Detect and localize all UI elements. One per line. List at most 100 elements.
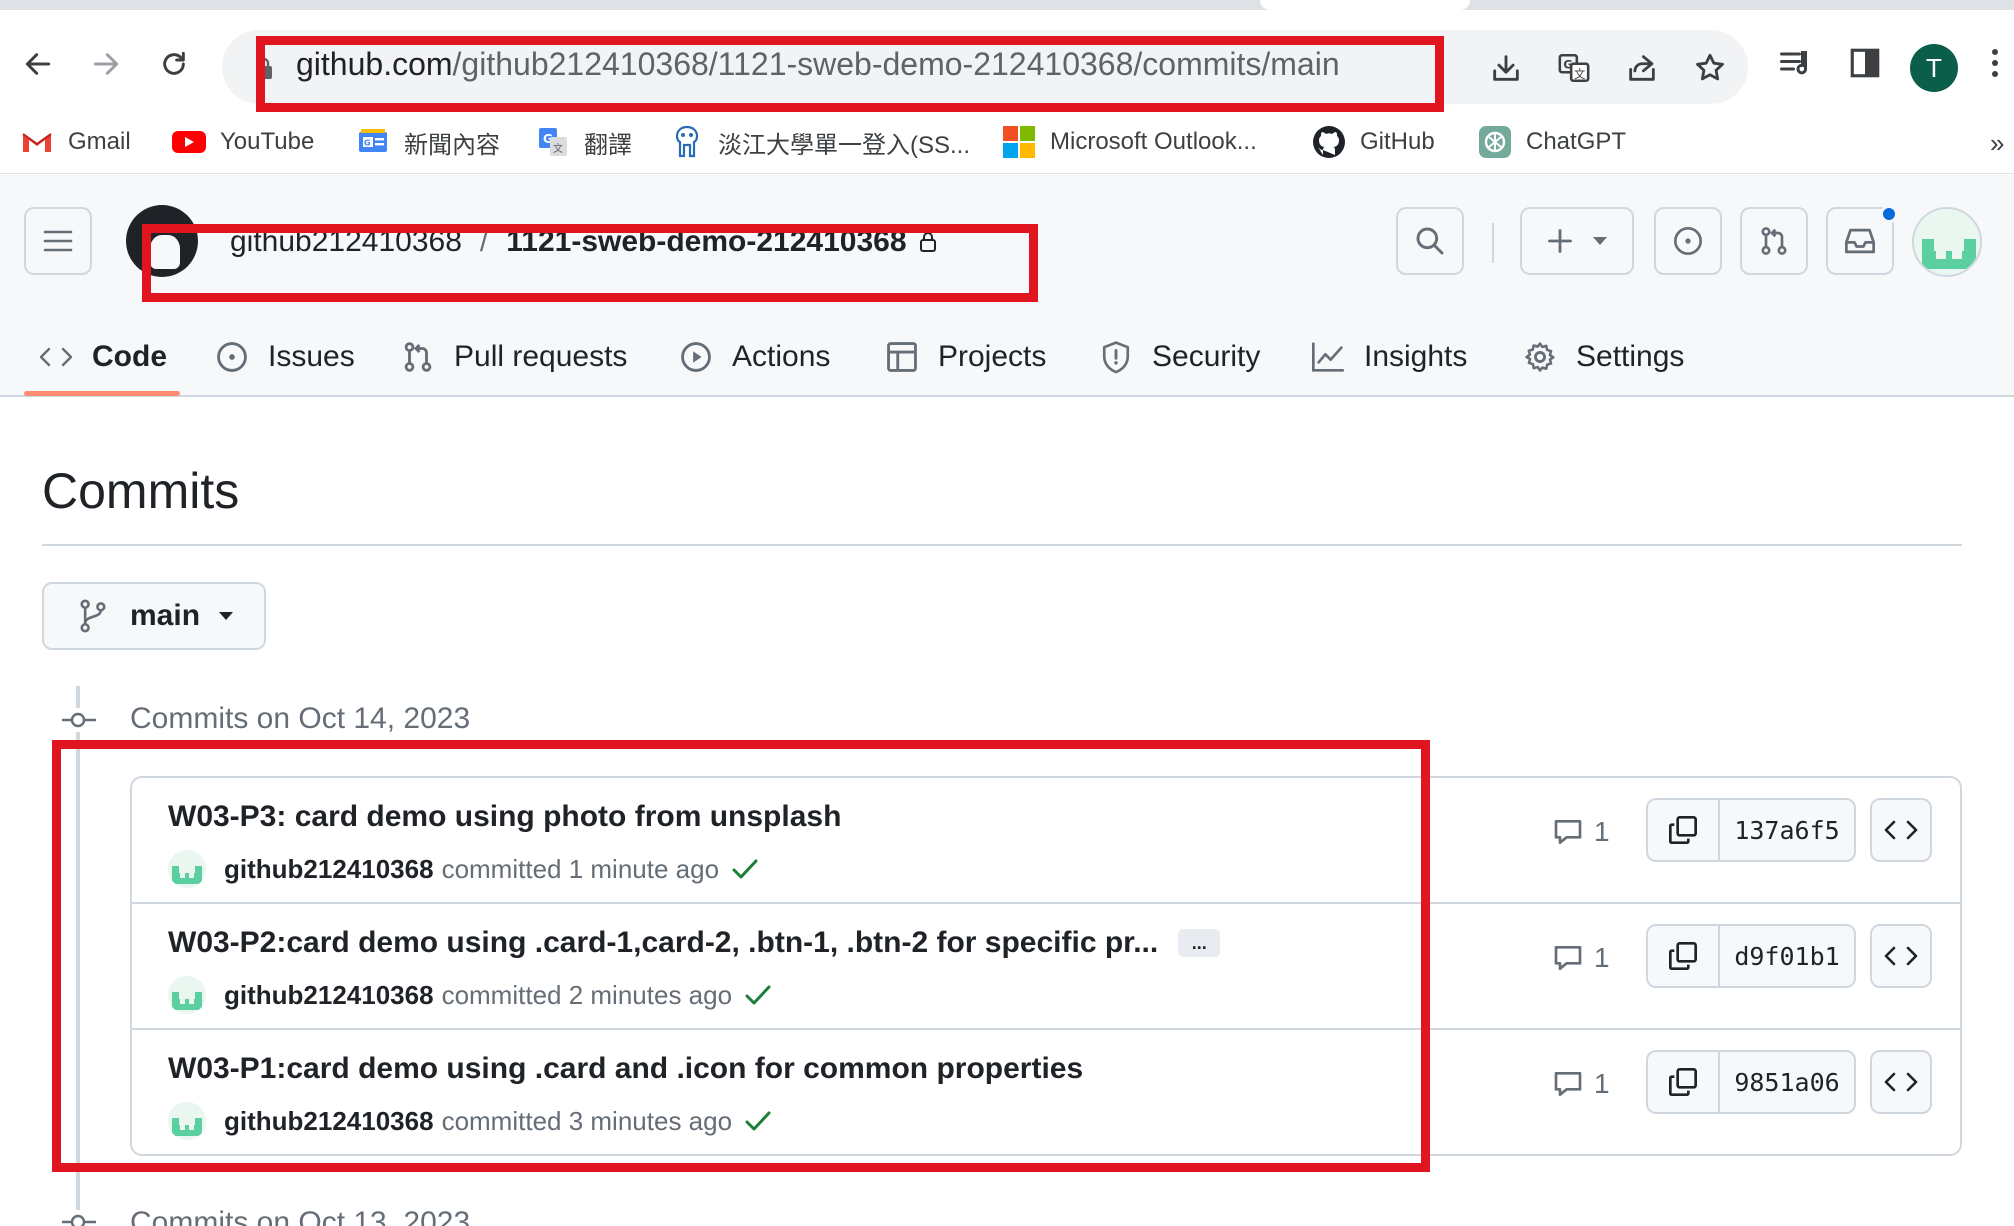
tab-label: Projects	[938, 340, 1047, 373]
commit-group-heading: Commits on Oct 13, 2023	[130, 1206, 471, 1226]
browser-menu-button[interactable]	[1980, 40, 2010, 86]
bookmark-label: 淡江大學單一登入(SS...	[718, 131, 971, 159]
bookmark-label: GitHub	[1360, 128, 1435, 155]
header-divider	[1492, 223, 1494, 263]
svg-text:文: 文	[553, 142, 563, 155]
search-button[interactable]	[1396, 207, 1464, 275]
title-divider	[42, 544, 1962, 546]
git-pull-request-icon	[1761, 227, 1787, 255]
github-icon	[1312, 125, 1346, 159]
side-panel-icon	[1850, 48, 1880, 78]
reload-button[interactable]	[150, 40, 198, 88]
bookmark-translate[interactable]: G文 翻譯	[536, 120, 632, 164]
bookmark-outlook[interactable]: Microsoft Outlook...	[1002, 120, 1257, 164]
tab-label: Pull requests	[454, 340, 628, 373]
commit-sha-link[interactable]: d9f01b1	[1720, 926, 1854, 986]
bookmark-label: 新聞內容	[404, 131, 500, 159]
bookmarks-overflow-button[interactable]: »	[1990, 128, 2004, 159]
copy-sha-button[interactable]	[1648, 1052, 1720, 1112]
tab-code[interactable]: Code	[38, 330, 167, 384]
play-icon	[678, 339, 714, 375]
search-icon	[1416, 227, 1444, 255]
profile-avatar-button[interactable]: T	[1910, 44, 1958, 92]
commit-comments-link[interactable]: 1	[1552, 1068, 1610, 1100]
git-commit-icon	[60, 1210, 96, 1226]
bookmark-news[interactable]: G 新聞內容	[356, 120, 500, 164]
comment-icon	[1554, 946, 1582, 970]
notification-indicator	[1880, 205, 1898, 223]
copy-icon	[1669, 1068, 1697, 1096]
commit-comments-link[interactable]: 1	[1552, 816, 1610, 848]
side-panel-button[interactable]	[1842, 40, 1888, 86]
bookmark-github[interactable]: GitHub	[1312, 120, 1435, 164]
bookmark-label: ChatGPT	[1526, 128, 1627, 155]
shield-icon	[1098, 339, 1134, 375]
commit-comments-link[interactable]: 1	[1552, 942, 1610, 974]
global-nav-menu-button[interactable]	[24, 207, 92, 275]
chatgpt-icon	[1478, 125, 1512, 159]
bookmark-chatgpt[interactable]: ChatGPT	[1478, 120, 1626, 164]
bookmarks-bar: Gmail YouTube G 新聞內容 G文 翻譯 淡江大學單一登入(SS..…	[0, 110, 2014, 174]
branch-name: main	[130, 599, 201, 632]
create-new-button[interactable]	[1520, 207, 1634, 275]
copy-sha-button[interactable]	[1648, 800, 1720, 860]
hamburger-icon	[43, 230, 73, 252]
tab-security[interactable]: Security	[1098, 330, 1260, 384]
your-pull-requests-button[interactable]	[1740, 207, 1808, 275]
browser-active-tab[interactable]	[1260, 0, 1470, 10]
browser-tab-strip	[0, 0, 2014, 10]
tab-actions[interactable]: Actions	[678, 330, 830, 384]
bookmark-label: Microsoft Outlook...	[1050, 128, 1257, 155]
tab-projects[interactable]: Projects	[884, 330, 1046, 384]
tab-settings[interactable]: Settings	[1522, 330, 1684, 384]
code-icon	[38, 339, 74, 375]
tab-label: Issues	[268, 340, 355, 373]
code-icon	[1884, 1072, 1918, 1092]
star-icon	[1696, 53, 1724, 81]
share-button[interactable]	[1622, 48, 1662, 88]
tab-pull-requests[interactable]: Pull requests	[400, 330, 627, 384]
commit-sha-link[interactable]: 9851a06	[1720, 1052, 1854, 1112]
tab-issues[interactable]: Issues	[214, 330, 355, 384]
translate-page-button[interactable]: G文	[1554, 48, 1594, 88]
back-button[interactable]	[14, 40, 62, 88]
comment-count: 1	[1594, 942, 1610, 973]
tab-insights[interactable]: Insights	[1310, 330, 1467, 384]
git-branch-icon	[80, 599, 106, 633]
user-avatar-button[interactable]	[1912, 207, 1982, 277]
bookmark-gmail[interactable]: Gmail	[20, 120, 131, 164]
comment-icon	[1554, 1072, 1582, 1096]
your-issues-button[interactable]	[1654, 207, 1722, 275]
bookmark-youtube[interactable]: YouTube	[172, 120, 314, 164]
plus-icon	[1548, 229, 1572, 253]
microsoft-icon	[1002, 125, 1036, 159]
tab-label: Insights	[1364, 340, 1468, 373]
bookmark-star-button[interactable]	[1690, 48, 1730, 88]
tab-label: Security	[1152, 340, 1261, 373]
bookmark-label: Gmail	[68, 128, 131, 155]
forward-button[interactable]	[82, 40, 130, 88]
commit-sha-group: 9851a06	[1646, 1050, 1856, 1114]
arrow-left-icon	[25, 53, 51, 75]
google-translate-icon: G文	[536, 125, 570, 159]
copy-icon	[1669, 942, 1697, 970]
bookmark-tku-sso[interactable]: 淡江大學單一登入(SS...	[670, 120, 970, 164]
branch-select-button[interactable]: main	[42, 582, 266, 650]
copy-sha-button[interactable]	[1648, 926, 1720, 986]
commit-sha-link[interactable]: 137a6f5	[1720, 800, 1854, 860]
download-icon	[1493, 55, 1519, 81]
triangle-down-icon	[219, 612, 234, 620]
commit-sha-group: d9f01b1	[1646, 924, 1856, 988]
issue-opened-icon	[214, 339, 250, 375]
browse-repo-at-commit-button[interactable]	[1870, 924, 1932, 988]
triangle-down-icon	[1593, 237, 1607, 245]
tab-label: Actions	[732, 340, 831, 373]
media-control-button[interactable]	[1772, 40, 1818, 86]
identicon-avatar	[1914, 209, 1980, 275]
install-app-button[interactable]	[1486, 48, 1526, 88]
browse-repo-at-commit-button[interactable]	[1870, 1050, 1932, 1114]
browse-repo-at-commit-button[interactable]	[1870, 798, 1932, 862]
reload-icon	[163, 51, 185, 75]
git-commit-icon	[60, 708, 96, 732]
annotation-box-commits	[52, 740, 1430, 1172]
